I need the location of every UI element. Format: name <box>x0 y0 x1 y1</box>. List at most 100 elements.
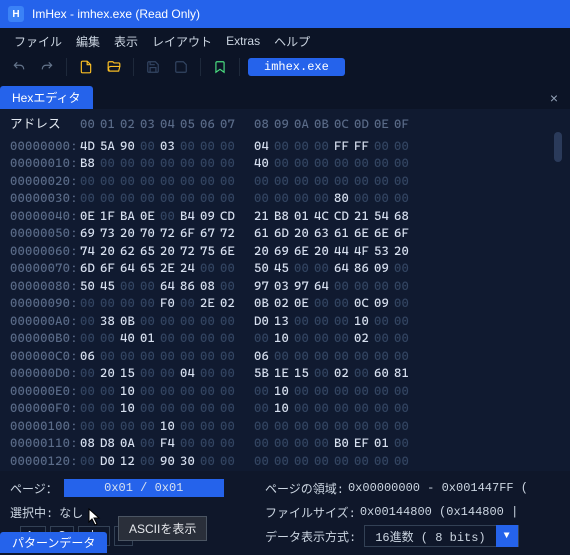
hex-byte[interactable]: 00 <box>334 277 354 295</box>
hex-byte[interactable]: 00 <box>80 452 100 470</box>
hex-editor[interactable]: アドレス 0001020304050607 08090A0B0C0D0E0F 0… <box>0 109 570 471</box>
hex-byte[interactable]: 00 <box>394 382 414 400</box>
hex-byte[interactable]: 00 <box>200 399 220 417</box>
hex-byte[interactable]: 00 <box>180 137 200 155</box>
hex-byte[interactable]: 20 <box>120 224 140 242</box>
hex-byte[interactable]: 00 <box>200 172 220 190</box>
hex-byte[interactable]: B0 <box>334 434 354 452</box>
hex-byte[interactable]: 00 <box>334 382 354 400</box>
hex-byte[interactable]: 45 <box>100 277 120 295</box>
hex-byte[interactable]: 90 <box>160 452 180 470</box>
hex-byte[interactable]: 73 <box>100 224 120 242</box>
hex-row[interactable]: 00000090:00000000F0002E020B020E00000C090… <box>10 294 560 312</box>
hex-row[interactable]: 00000050:69732070726F6772616D2063616E6E6… <box>10 224 560 242</box>
hex-row[interactable]: 00000120:00D0120090300000000000000000000… <box>10 452 560 470</box>
hex-byte[interactable]: 00 <box>314 347 334 365</box>
hex-byte[interactable]: 00 <box>220 312 240 330</box>
hex-byte[interactable]: 00 <box>314 452 334 470</box>
hex-byte[interactable]: D0 <box>254 312 274 330</box>
hex-byte[interactable]: 15 <box>120 364 140 382</box>
hex-byte[interactable]: 00 <box>220 189 240 207</box>
hex-byte[interactable]: 4C <box>314 207 334 225</box>
hex-byte[interactable]: 5A <box>100 137 120 155</box>
tab-hex-editor[interactable]: Hexエディタ <box>0 86 93 109</box>
hex-byte[interactable]: 4F <box>354 242 374 260</box>
hex-byte[interactable]: 00 <box>180 347 200 365</box>
hex-byte[interactable]: 30 <box>180 452 200 470</box>
hex-byte[interactable]: 00 <box>394 294 414 312</box>
hex-byte[interactable]: 61 <box>254 224 274 242</box>
scrollbar-thumb[interactable] <box>554 132 562 162</box>
hex-byte[interactable]: 00 <box>394 312 414 330</box>
hex-byte[interactable]: 00 <box>294 329 314 347</box>
hex-byte[interactable]: 00 <box>354 189 374 207</box>
hex-byte[interactable]: 00 <box>220 277 240 295</box>
hex-row[interactable]: 00000070:6D6F64652E240000504500006486090… <box>10 259 560 277</box>
hex-byte[interactable]: 00 <box>140 154 160 172</box>
hex-byte[interactable]: D0 <box>100 452 120 470</box>
hex-byte[interactable]: 6E <box>354 224 374 242</box>
hex-byte[interactable]: 0A <box>120 434 140 452</box>
hex-byte[interactable]: 00 <box>354 347 374 365</box>
hex-byte[interactable]: 20 <box>294 224 314 242</box>
hex-byte[interactable]: 00 <box>294 434 314 452</box>
hex-byte[interactable]: 20 <box>100 242 120 260</box>
hex-byte[interactable]: 38 <box>100 312 120 330</box>
hex-byte[interactable]: 67 <box>200 224 220 242</box>
hex-byte[interactable]: 69 <box>274 242 294 260</box>
hex-byte[interactable]: 00 <box>294 399 314 417</box>
hex-byte[interactable]: 00 <box>120 417 140 435</box>
hex-byte[interactable]: 00 <box>140 347 160 365</box>
hex-byte[interactable]: 00 <box>80 399 100 417</box>
hex-byte[interactable]: 20 <box>314 242 334 260</box>
hex-byte[interactable]: 65 <box>140 242 160 260</box>
hex-byte[interactable]: FF <box>354 137 374 155</box>
menu-extras[interactable]: Extras <box>220 32 266 50</box>
hex-byte[interactable]: 00 <box>394 259 414 277</box>
hex-byte[interactable]: 00 <box>80 364 100 382</box>
hex-byte[interactable]: 00 <box>394 137 414 155</box>
hex-byte[interactable]: 10 <box>120 399 140 417</box>
hex-byte[interactable]: 00 <box>200 417 220 435</box>
hex-byte[interactable]: 00 <box>374 189 394 207</box>
bookmark-icon[interactable] <box>209 56 231 78</box>
hex-byte[interactable]: 00 <box>140 312 160 330</box>
hex-byte[interactable]: 72 <box>180 242 200 260</box>
hex-byte[interactable]: 00 <box>140 137 160 155</box>
hex-byte[interactable]: 00 <box>394 452 414 470</box>
hex-byte[interactable]: 75 <box>200 242 220 260</box>
hex-byte[interactable]: B4 <box>180 207 200 225</box>
hex-byte[interactable]: 00 <box>274 137 294 155</box>
hex-byte[interactable]: 64 <box>334 259 354 277</box>
hex-byte[interactable]: 00 <box>160 189 180 207</box>
hex-byte[interactable]: 08 <box>80 434 100 452</box>
hex-byte[interactable]: 10 <box>354 312 374 330</box>
hex-byte[interactable]: 65 <box>140 259 160 277</box>
hex-byte[interactable]: 00 <box>100 294 120 312</box>
hex-byte[interactable]: 00 <box>374 312 394 330</box>
hex-byte[interactable]: 00 <box>394 277 414 295</box>
hex-byte[interactable]: 00 <box>180 382 200 400</box>
hex-byte[interactable]: 00 <box>314 329 334 347</box>
hex-byte[interactable]: 0E <box>294 294 314 312</box>
hex-byte[interactable]: 01 <box>140 329 160 347</box>
open-folder-icon[interactable] <box>103 56 125 78</box>
hex-byte[interactable]: 00 <box>394 154 414 172</box>
hex-byte[interactable]: 00 <box>140 172 160 190</box>
hex-byte[interactable]: B8 <box>274 207 294 225</box>
hex-byte[interactable]: 00 <box>394 399 414 417</box>
hex-byte[interactable]: CD <box>220 207 240 225</box>
hex-byte[interactable]: 00 <box>334 172 354 190</box>
menu-layout[interactable]: レイアウト <box>146 31 218 52</box>
hex-byte[interactable]: 00 <box>374 172 394 190</box>
hex-byte[interactable]: 86 <box>180 277 200 295</box>
hex-byte[interactable]: 09 <box>374 294 394 312</box>
hex-byte[interactable]: 00 <box>180 154 200 172</box>
hex-byte[interactable]: 00 <box>334 312 354 330</box>
hex-byte[interactable]: 44 <box>334 242 354 260</box>
hex-byte[interactable]: 00 <box>374 382 394 400</box>
hex-byte[interactable]: 00 <box>334 154 354 172</box>
hex-byte[interactable]: 0B <box>120 312 140 330</box>
hex-byte[interactable]: 00 <box>220 382 240 400</box>
hex-byte[interactable]: 00 <box>274 154 294 172</box>
